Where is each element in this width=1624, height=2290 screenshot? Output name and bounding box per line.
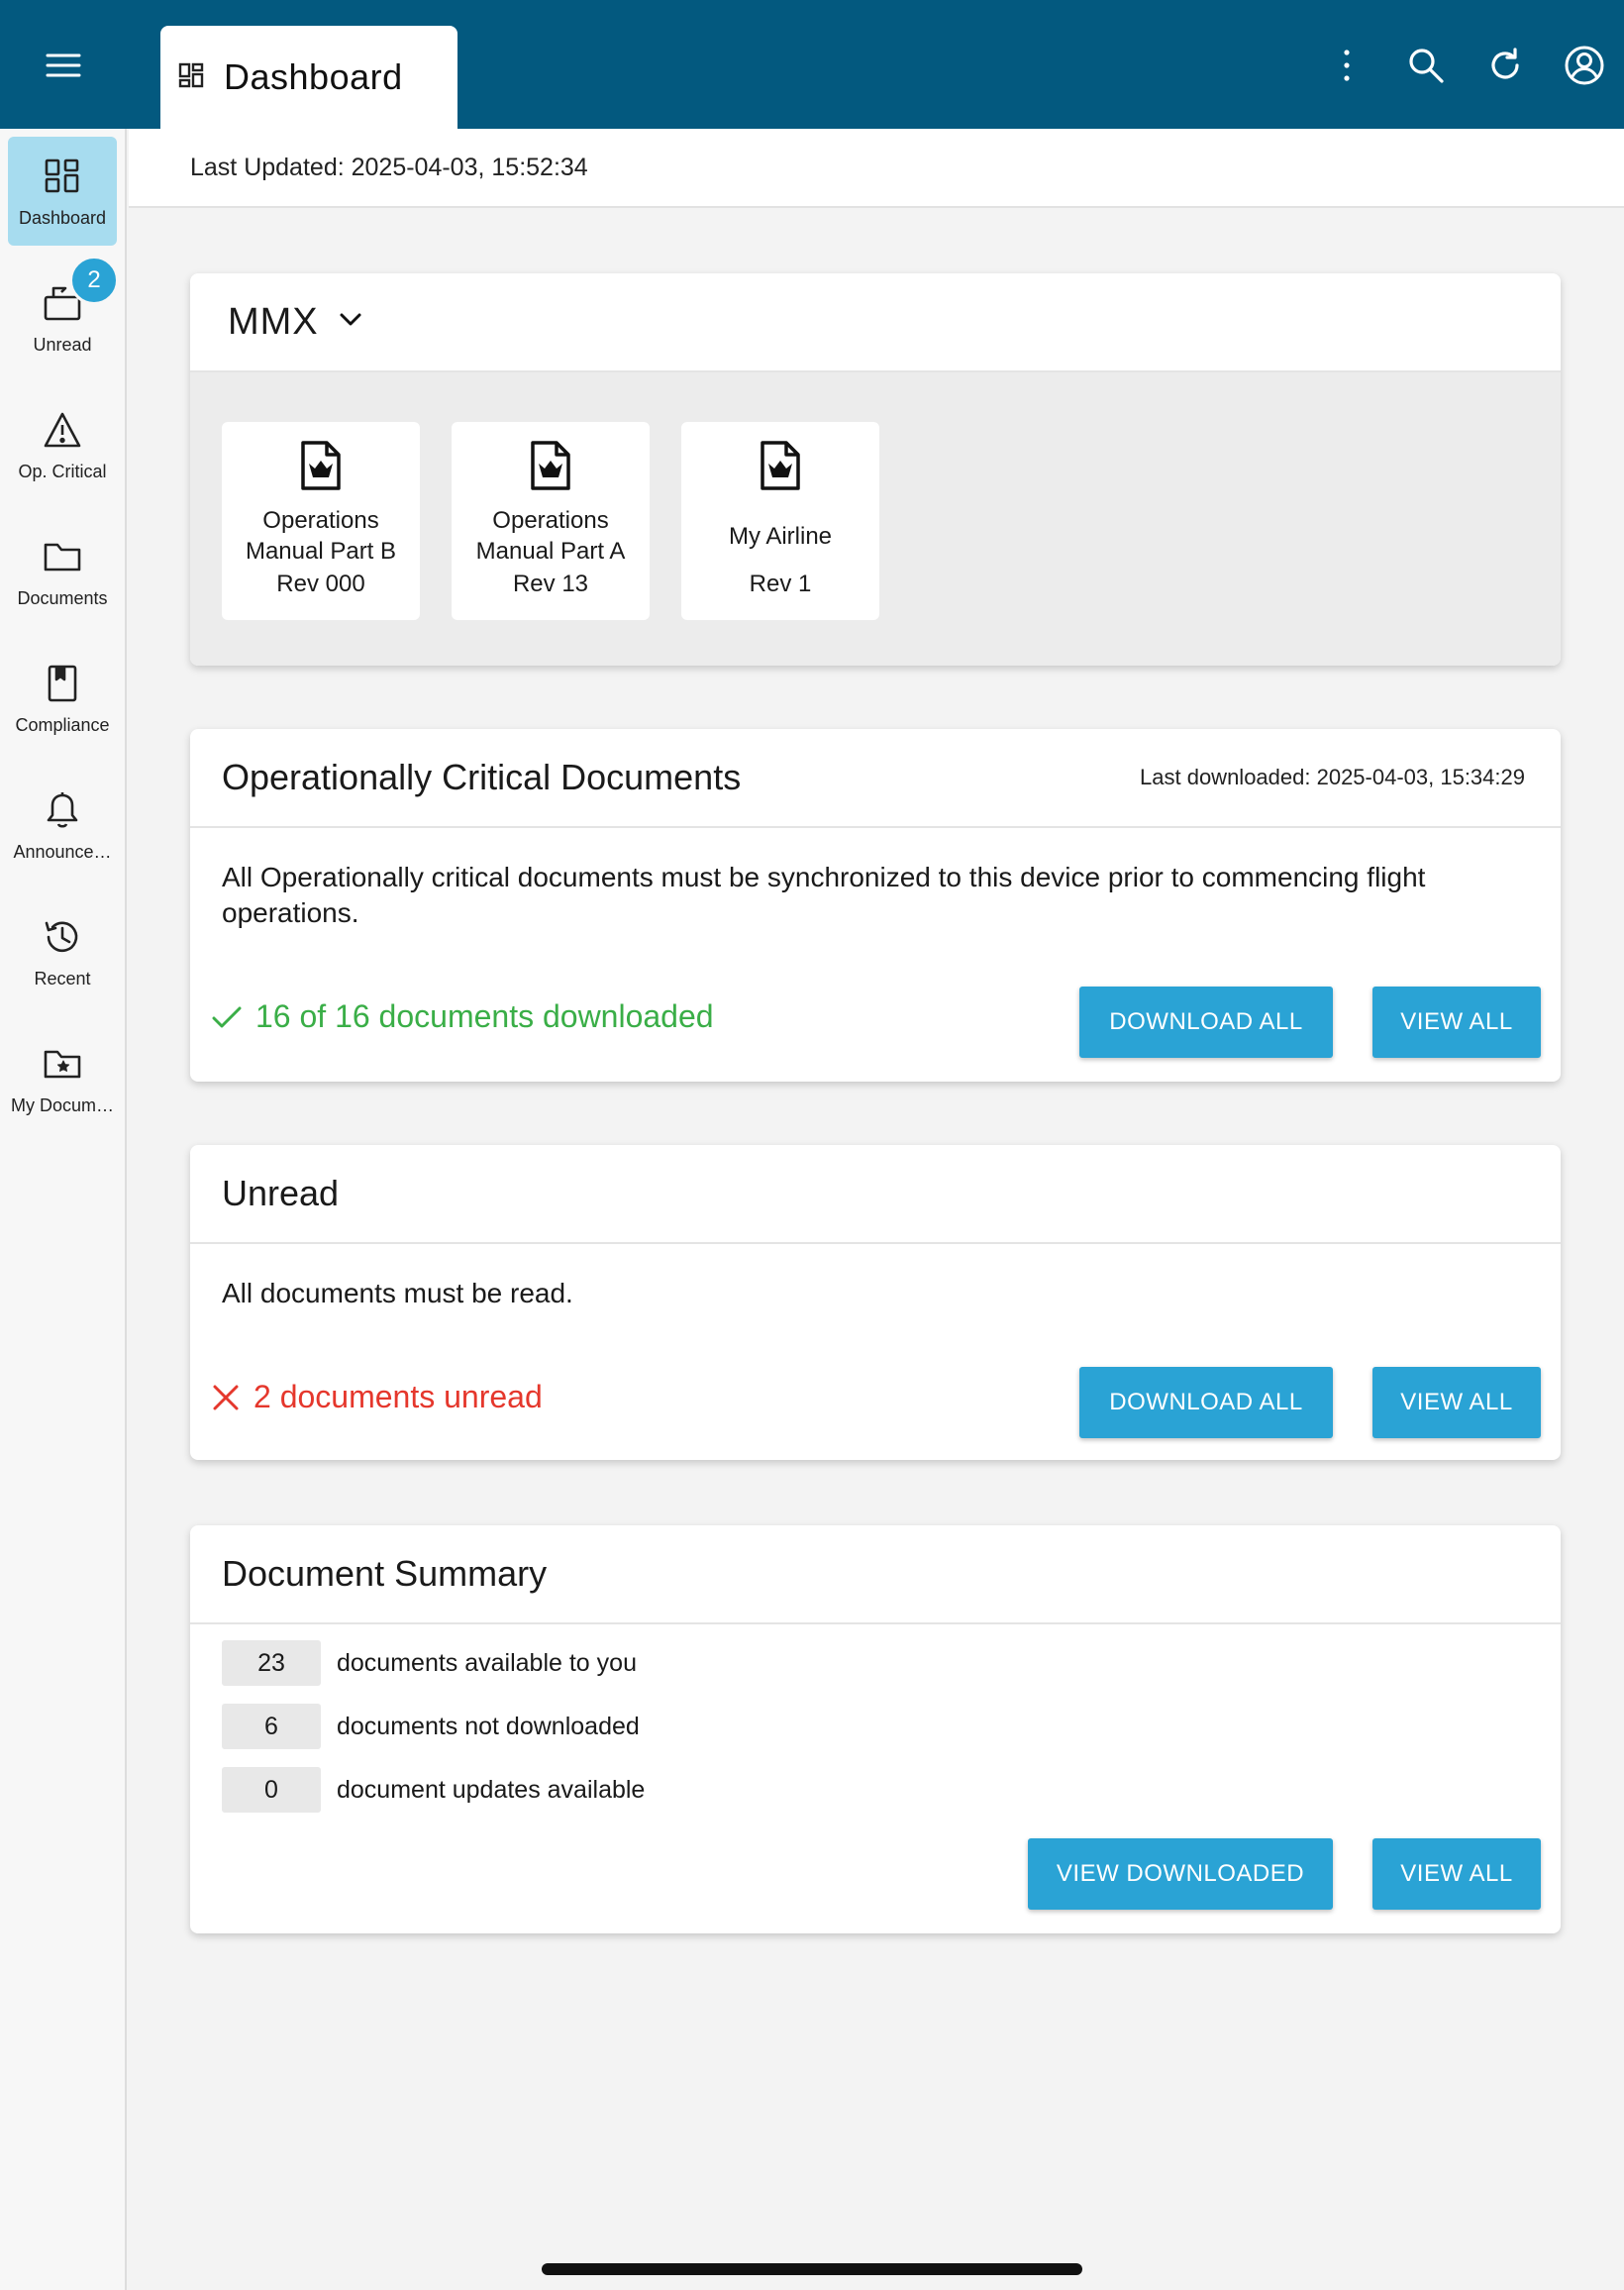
view-all-button[interactable]: VIEW ALL (1372, 1367, 1541, 1438)
sidebar-item-label: Recent (34, 968, 91, 989)
warning-icon (41, 408, 84, 452)
toolbar-actions (1307, 38, 1624, 93)
download-all-button[interactable]: DOWNLOAD ALL (1079, 987, 1333, 1058)
last-downloaded-text: Last downloaded: 2025-04-03, 15:34:29 (1140, 765, 1525, 789)
sidebar-item-recent[interactable]: Recent (8, 897, 117, 1006)
summary-label: document updates available (337, 1775, 646, 1804)
hamburger-icon[interactable] (30, 42, 97, 89)
last-updated-bar: Last Updated: 2025-04-03, 15:52:34 (129, 129, 1624, 208)
view-all-button[interactable]: VIEW ALL (1372, 987, 1541, 1058)
airline-document-icon (531, 441, 570, 490)
summary-row: 0 document updates available (222, 1767, 645, 1813)
search-icon[interactable] (1386, 38, 1466, 93)
refresh-icon[interactable] (1466, 38, 1545, 93)
summary-count: 0 (222, 1767, 321, 1813)
top-app-bar: Dashboard (0, 0, 1624, 129)
compliance-icon (41, 662, 84, 705)
document-tile-rev: Rev 1 (749, 571, 812, 597)
sidebar-item-label: Compliance (15, 714, 110, 735)
sidebar-item-documents[interactable]: Documents (8, 517, 117, 626)
summary-label: documents available to you (337, 1648, 637, 1677)
sidebar-item-label: Unread (33, 334, 92, 355)
document-tile-name: My Airline (728, 522, 833, 550)
unread-header: Unread (190, 1145, 1561, 1244)
document-summary-card: Document Summary 23 documents available … (190, 1525, 1561, 1933)
card-title: Document Summary (222, 1553, 548, 1594)
bell-icon (41, 788, 84, 832)
sidebar-item-my-documents[interactable]: My Docum… (8, 1024, 117, 1133)
summary-row: 6 documents not downloaded (222, 1704, 640, 1749)
document-tile-name: Operations Manual Part B (245, 507, 397, 565)
unread-status-text: 2 documents unread (254, 1379, 543, 1414)
unread-count-badge: 2 (69, 256, 119, 305)
unread-description: All documents must be read. (222, 1278, 573, 1308)
card-title: Operationally Critical Documents (222, 757, 742, 797)
airline-document-icon (301, 441, 341, 490)
dashboard-icon (178, 62, 204, 93)
mmx-selector[interactable]: MMX (190, 273, 1561, 372)
last-updated-text: Last Updated: 2025-04-03, 15:52:34 (190, 153, 588, 181)
card-title: Unread (222, 1173, 340, 1213)
tab-label: Dashboard (224, 56, 403, 97)
document-tile-name: Operations Manual Part A (475, 507, 626, 565)
document-tile-rev: Rev 000 (276, 571, 365, 597)
check-icon (212, 1006, 242, 1027)
unread-status: 2 documents unread (212, 1379, 543, 1415)
history-icon (41, 915, 84, 959)
sidebar-item-label: Dashboard (18, 207, 107, 228)
mmx-card: MMX Operations Manual Part B Rev 000 Ope… (190, 273, 1561, 666)
summary-header: Document Summary (190, 1525, 1561, 1624)
op-critical-header: Operationally Critical Documents Last do… (190, 729, 1561, 828)
op-critical-card: Operationally Critical Documents Last do… (190, 729, 1561, 1082)
sidebar-item-label: My Docum… (10, 1094, 114, 1115)
sidebar-item-dashboard[interactable]: Dashboard (8, 137, 117, 246)
unread-card: Unread All documents must be read. 2 doc… (190, 1145, 1561, 1460)
sidebar-item-op-critical[interactable]: Op. Critical (8, 390, 117, 499)
mmx-selector-label: MMX (228, 300, 319, 343)
more-vertical-icon[interactable] (1307, 38, 1386, 93)
sidebar: Dashboard Unread 2 Op. Critical Document… (0, 129, 127, 2290)
op-critical-description: All Operationally critical documents mus… (222, 862, 1426, 928)
summary-label: documents not downloaded (337, 1712, 640, 1740)
sidebar-item-label: Op. Critical (18, 461, 107, 481)
tab-dashboard[interactable]: Dashboard (160, 26, 457, 129)
document-tile[interactable]: Operations Manual Part A Rev 13 (452, 422, 650, 620)
summary-count: 23 (222, 1640, 321, 1686)
sidebar-item-label: Documents (17, 587, 108, 608)
sidebar-item-compliance[interactable]: Compliance (8, 644, 117, 753)
view-downloaded-button[interactable]: VIEW DOWNLOADED (1028, 1838, 1333, 1910)
sidebar-item-announcements[interactable]: Announce… (8, 771, 117, 880)
download-status-text: 16 of 16 documents downloaded (255, 998, 714, 1034)
home-indicator[interactable] (542, 2263, 1082, 2275)
summary-row: 23 documents available to you (222, 1640, 637, 1686)
view-all-button[interactable]: VIEW ALL (1372, 1838, 1541, 1910)
airline-document-icon (761, 441, 800, 490)
mmx-documents-area: Operations Manual Part B Rev 000 Operati… (190, 372, 1561, 666)
download-status: 16 of 16 documents downloaded (212, 998, 714, 1035)
sidebar-item-label: Announce… (13, 841, 112, 862)
download-all-button[interactable]: DOWNLOAD ALL (1079, 1367, 1333, 1438)
folder-icon (41, 535, 84, 578)
summary-count: 6 (222, 1704, 321, 1749)
star-folder-icon (41, 1042, 84, 1086)
document-tile-rev: Rev 13 (512, 571, 589, 597)
document-tile[interactable]: Operations Manual Part B Rev 000 (222, 422, 420, 620)
close-icon (213, 1385, 239, 1409)
dashboard-icon (41, 155, 84, 198)
chevron-down-icon (339, 312, 362, 333)
account-icon[interactable] (1545, 38, 1624, 93)
document-tile[interactable]: My Airline Rev 1 (681, 422, 879, 620)
